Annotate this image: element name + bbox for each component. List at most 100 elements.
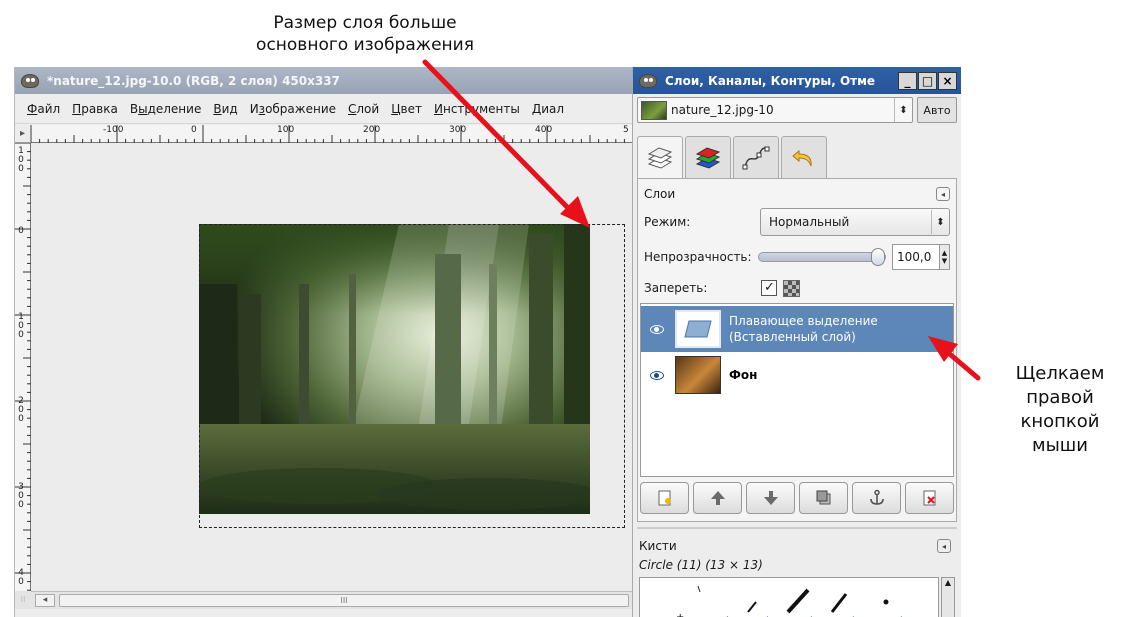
quick-mask-toggle[interactable]: ▸ (15, 125, 31, 143)
scroll-left-arrow[interactable]: ◂ (35, 594, 55, 607)
opacity-label: Непрозрачность: (644, 250, 752, 264)
menu-colors[interactable]: Цвет (385, 102, 428, 116)
tab-layers[interactable] (637, 136, 683, 180)
layer-name: Фон (729, 368, 758, 382)
arrow-up-icon (710, 491, 725, 505)
image-window-titlebar[interactable]: *nature_12.jpg-10.0 (RGB, 2 слоя) 450x33… (15, 67, 632, 94)
current-brush-label: Circle (11) (13 × 13) (639, 558, 763, 572)
menu-file[interactable]: Файл (21, 102, 66, 116)
ruler-label: 100 (277, 125, 295, 135)
undo-icon (792, 149, 812, 166)
menu-layer[interactable]: Слой (342, 102, 385, 116)
paths-icon (742, 146, 770, 169)
annotation-right-click: Щелкаем правой кнопкой мыши (985, 362, 1135, 458)
horizontal-scrollbar[interactable]: ◂ III (31, 591, 632, 609)
eye-icon[interactable] (645, 317, 669, 341)
gimp-icon (639, 73, 657, 88)
horizontal-ruler[interactable]: -100 0 100 200 300 400 5 (31, 125, 632, 143)
eye-icon[interactable] (645, 363, 669, 387)
dock-titlebar[interactable]: Слои, Каналы, Контуры, Отме _ □ × (633, 67, 961, 94)
ruler-label: 300 (449, 125, 467, 135)
vertical-ruler[interactable]: 100 0 100 200 300 40 (15, 143, 31, 591)
lock-label: Запереть: (644, 281, 708, 295)
menu-edit[interactable]: Правка (66, 102, 124, 116)
channels-icon (695, 146, 721, 169)
menu-select[interactable]: Выделение (124, 102, 207, 116)
annotation-line: правой кнопкой (1020, 387, 1100, 432)
scrollbar-thumb[interactable]: III (59, 594, 629, 607)
lower-layer-button[interactable] (746, 482, 795, 514)
layer-boundary (199, 224, 625, 528)
ruler-label: 400 (535, 125, 553, 135)
ruler-label: 300 (18, 482, 24, 510)
layers-dock: Слои, Каналы, Контуры, Отме _ □ × nature… (632, 67, 961, 617)
alpha-checker-icon (783, 279, 801, 297)
updown-arrows-icon: ⬍ (931, 210, 949, 234)
tab-undo[interactable] (781, 136, 827, 178)
layer-row-background[interactable]: Фон (641, 352, 953, 398)
tab-channels[interactable] (685, 136, 731, 178)
raise-layer-button[interactable] (693, 482, 742, 514)
lock-alpha-checkbox[interactable]: ✓ (761, 280, 778, 296)
ruler-label: 0 (191, 125, 197, 135)
background-layer-thumbnail (675, 356, 721, 394)
image-canvas[interactable] (31, 143, 632, 591)
opacity-spinner[interactable]: ▲ ▼ (940, 244, 950, 270)
arrow-down-icon (763, 491, 778, 505)
annotation-line: Размер слоя больше (273, 13, 457, 33)
dock-title: Слои, Каналы, Контуры, Отме (665, 73, 876, 88)
layer-row-floating[interactable]: Плавающее выделение (Вставленный слой) (641, 306, 953, 352)
auto-button[interactable]: Авто (917, 97, 957, 123)
menu-view[interactable]: Вид (207, 102, 243, 116)
image-selector[interactable]: nature_12.jpg-10 ⬍ (637, 97, 913, 123)
tab-paths[interactable] (733, 136, 779, 178)
close-button[interactable]: × (938, 71, 957, 90)
menu-dialogs[interactable]: Диал (526, 102, 570, 116)
image-thumbnail (641, 100, 667, 120)
navigate-icon[interactable]: ⁝⁝ (15, 591, 31, 609)
image-select-row: nature_12.jpg-10 ⬍ Авто (633, 94, 961, 126)
layer-buttons (640, 482, 954, 518)
annotation-line: основного изображения (256, 35, 474, 55)
ruler-label: 200 (18, 396, 24, 424)
brush-grid[interactable]: + (639, 577, 939, 617)
opacity-input[interactable]: 100,0 (892, 244, 940, 270)
layers-heading: Слои (644, 187, 676, 201)
floating-selection-thumbnail (675, 310, 721, 348)
ruler-label: 100 (18, 312, 24, 340)
ruler-label: -100 (103, 125, 124, 135)
panel-menu-button[interactable]: ◂ (936, 187, 950, 201)
svg-text:+: + (676, 612, 684, 617)
anchor-layer-button[interactable] (852, 482, 901, 514)
layers-list[interactable]: Плавающее выделение (Вставленный слой) Ф… (640, 303, 954, 477)
menu-tools[interactable]: Инструменты (428, 102, 526, 116)
opacity-slider[interactable] (757, 248, 886, 266)
panel-menu-button[interactable]: ◂ (937, 539, 951, 553)
brushes-panel: Кисти ◂ Circle (11) (13 × 13) + ▲ (637, 527, 957, 617)
opacity-row: Непрозрачность: 100,0 ▲ ▼ (644, 243, 950, 271)
image-selector-label: nature_12.jpg-10 (671, 103, 774, 117)
opacity-slider-knob[interactable] (870, 248, 885, 266)
delete-icon (923, 490, 935, 506)
ruler-label: 0 (18, 226, 24, 236)
maximize-button[interactable]: □ (918, 71, 937, 90)
mode-label: Режим: (644, 215, 691, 229)
lock-row: Запереть: ✓ (644, 277, 950, 299)
image-window-title: *nature_12.jpg-10.0 (RGB, 2 слоя) 450x33… (47, 73, 340, 88)
annotation-line: Щелкаем (1015, 363, 1105, 384)
mode-select[interactable]: Нормальный ⬍ (760, 208, 950, 236)
new-layer-button[interactable] (640, 482, 689, 514)
annotation-layer-size: Размер слоя больше основного изображения (200, 12, 530, 56)
layer-name: Плавающее выделение (Вставленный слой) (729, 314, 878, 344)
minimize-button[interactable]: _ (898, 71, 917, 90)
menu-image[interactable]: Изображение (244, 102, 342, 116)
brushes-header: Кисти ◂ (639, 537, 951, 555)
duplicate-icon (816, 490, 830, 505)
image-window: *nature_12.jpg-10.0 (RGB, 2 слоя) 450x33… (14, 67, 632, 617)
layers-icon (647, 146, 673, 169)
brush-scrollbar[interactable]: ▲ (941, 577, 955, 617)
floating-layer-icon (684, 320, 712, 338)
delete-layer-button[interactable] (905, 482, 954, 514)
duplicate-layer-button[interactable] (799, 482, 848, 514)
mode-row: Режим: Нормальный ⬍ (644, 207, 950, 237)
